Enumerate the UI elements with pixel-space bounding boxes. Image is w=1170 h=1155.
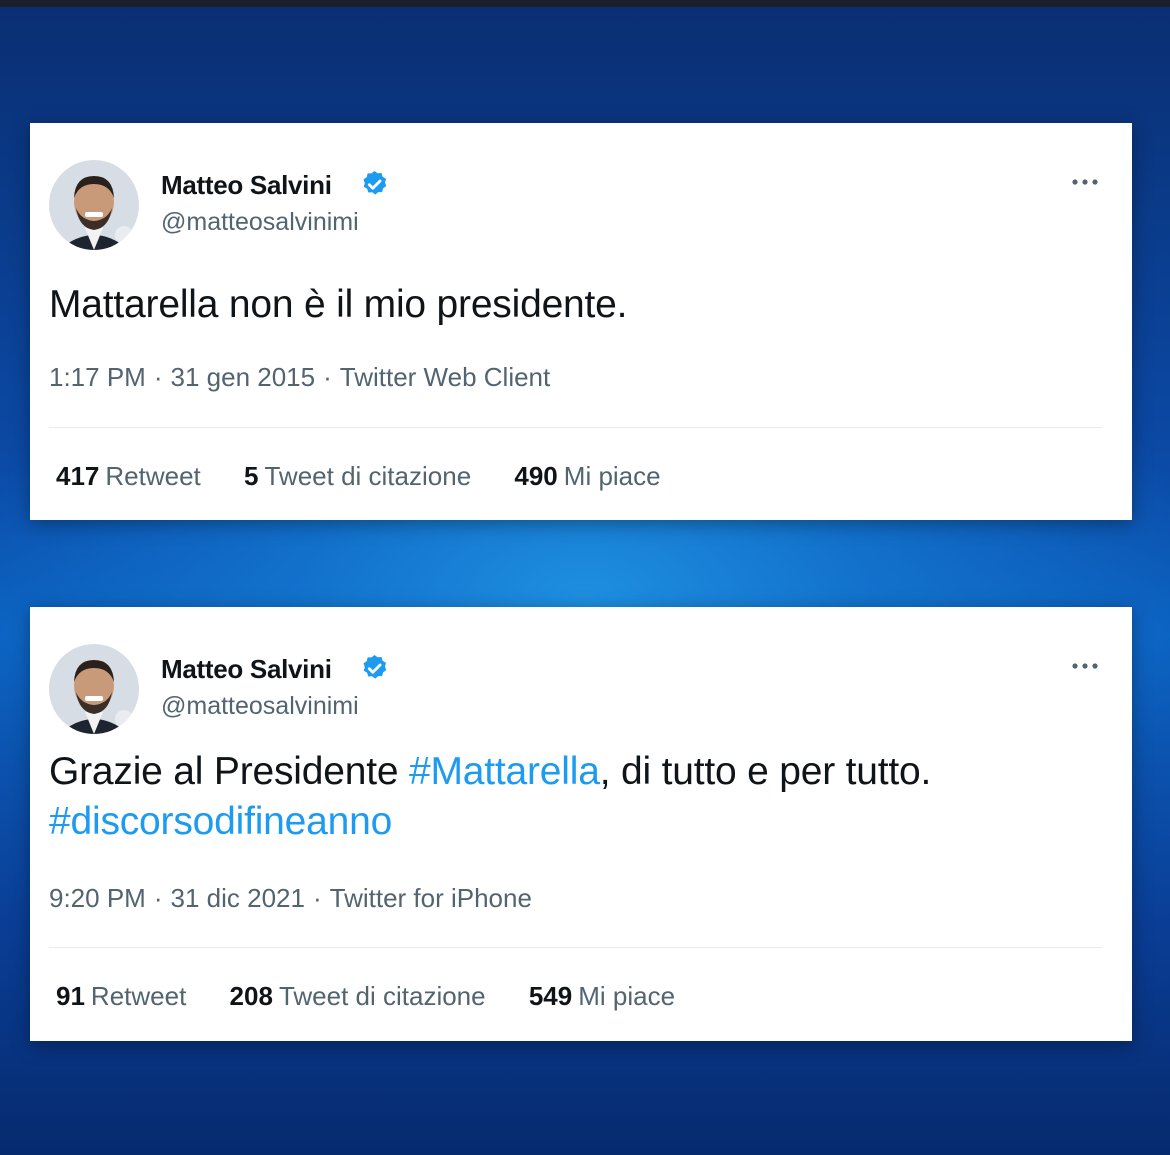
tweet-text-plain: , di tutto e per tutto.: [599, 750, 932, 793]
stat-number: 208: [229, 981, 273, 1011]
tweet-text: Grazie al Presidente #Mattarella, di tut…: [49, 747, 1109, 847]
stat-number: 490: [514, 461, 558, 491]
stat-number: 91: [56, 981, 85, 1011]
more-horizontal-icon[interactable]: [1070, 660, 1100, 672]
hashtag-link[interactable]: #Mattarella: [409, 750, 600, 793]
retweet-count[interactable]: 91 Retweet: [56, 981, 186, 1012]
tweet-meta: 1:17 PM · 31 gen 2015 · Twitter Web Client: [49, 362, 550, 393]
verified-badge-icon: [363, 170, 387, 195]
author-name[interactable]: Matteo Salvini: [161, 170, 332, 201]
tweet-source[interactable]: Twitter Web Client: [340, 362, 550, 392]
tweet-meta: 9:20 PM · 31 dic 2021 · Twitter for iPhone: [49, 883, 532, 914]
meta-separator: ·: [323, 362, 332, 392]
stat-number: 549: [528, 981, 573, 1011]
stat-label: Mi piace: [563, 461, 661, 491]
stat-label: Retweet: [90, 981, 187, 1011]
tweet-text-plain: Mattarella non è il mio presidente.: [49, 283, 628, 326]
quote-tweet-count[interactable]: 5 Tweet di citazione: [244, 461, 471, 492]
tweet-date[interactable]: 31 dic 2021: [171, 883, 305, 913]
hashtag-link[interactable]: #discorsodifineanno: [49, 800, 392, 843]
meta-separator: ·: [153, 883, 163, 913]
stat-number: 417: [56, 461, 100, 491]
retweet-count[interactable]: 417 Retweet: [56, 461, 201, 492]
stat-label: Tweet di citazione: [278, 981, 486, 1011]
divider: [49, 947, 1102, 948]
author-handle[interactable]: @matteosalvinimi: [161, 692, 359, 721]
meta-separator: ·: [312, 883, 322, 913]
meta-separator: ·: [153, 362, 163, 392]
tweet-source[interactable]: Twitter for iPhone: [330, 883, 532, 913]
tweet-stats: 417 Retweet 5 Tweet di citazione 490 Mi pia…: [56, 461, 697, 492]
tweet-card[interactable]: Matteo Salvini @matteosalvinimi Grazie a…: [30, 607, 1132, 1041]
author-handle[interactable]: @matteosalvinimi: [161, 208, 359, 237]
verified-badge-icon: [363, 654, 387, 679]
like-count[interactable]: 549 Mi piace: [529, 981, 675, 1012]
tweet-time[interactable]: 1:17 PM: [49, 362, 146, 392]
avatar[interactable]: [49, 160, 139, 250]
stat-label: Mi piace: [578, 981, 676, 1011]
stat-label: Tweet di citazione: [264, 461, 472, 491]
tweet-card[interactable]: Matteo Salvini @matteosalvinimi Mattarel…: [30, 123, 1132, 520]
stat-label: Retweet: [105, 461, 201, 491]
like-count[interactable]: 490 Mi piace: [514, 461, 660, 492]
stat-number: 5: [244, 461, 259, 491]
tweet-text: Mattarella non è il mio presidente.: [49, 280, 1109, 330]
divider: [49, 427, 1102, 428]
more-horizontal-icon[interactable]: [1070, 176, 1100, 188]
top-edge-strip: [0, 0, 1170, 7]
author-name[interactable]: Matteo Salvini: [161, 654, 332, 685]
tweet-time[interactable]: 9:20 PM: [49, 883, 146, 913]
tweet-text-plain: Grazie al Presidente: [49, 750, 409, 793]
tweet-date[interactable]: 31 gen 2015: [171, 362, 316, 392]
avatar[interactable]: [49, 644, 139, 734]
tweet-stats: 91 Retweet 208 Tweet di citazione 549 Mi pi…: [56, 981, 711, 1012]
quote-tweet-count[interactable]: 208 Tweet di citazione: [230, 981, 486, 1012]
